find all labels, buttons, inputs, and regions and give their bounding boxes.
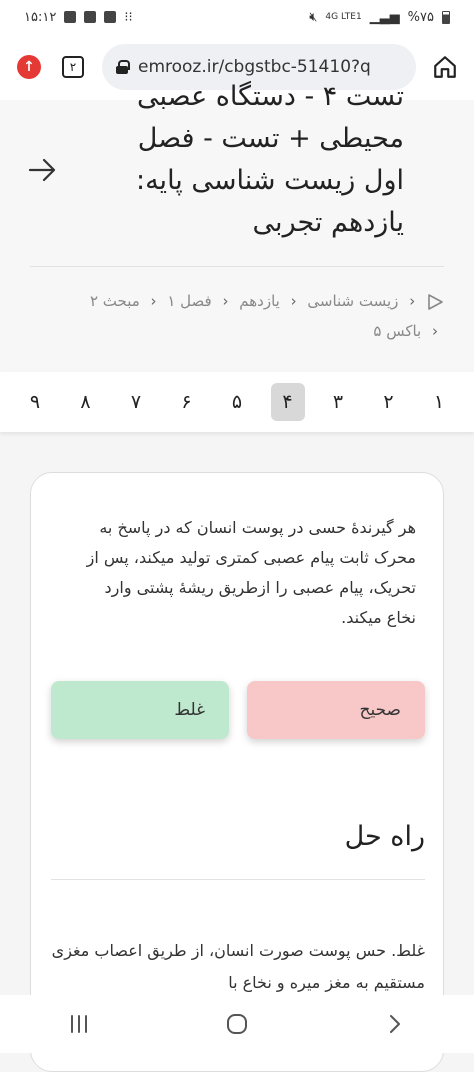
time: ۱۵:۱۲ bbox=[24, 9, 57, 25]
home-nav-button[interactable] bbox=[217, 1004, 257, 1044]
app-icon bbox=[104, 11, 117, 23]
page-2[interactable]: ۲ bbox=[372, 383, 406, 421]
chevron-icon: ‹ bbox=[290, 292, 297, 310]
recent-apps-icon bbox=[71, 1015, 87, 1033]
page-4-active[interactable]: ۴ bbox=[270, 383, 305, 421]
status-right: 🔇︎ 4G LTE1 ▁▃▅ %۷۵ bbox=[309, 10, 450, 25]
true-button[interactable]: صحیح bbox=[247, 681, 425, 739]
breadcrumb-item[interactable]: فصل ۱ bbox=[167, 292, 211, 310]
back-button[interactable] bbox=[375, 1004, 415, 1044]
signal-icon: ▁▃▅ bbox=[369, 9, 400, 25]
lock-icon bbox=[116, 60, 130, 74]
title-row[interactable]: تست ۴ - دستگاه عصبی محیطی + تست - فصل او… bbox=[30, 81, 444, 250]
chevron-icon: ‹ bbox=[150, 292, 157, 310]
home-button[interactable] bbox=[430, 52, 460, 82]
battery-icon bbox=[442, 10, 450, 24]
question-pager: ۱ ۲ ۳ ۴ ۵ ۶ ۷ ۸ ۹ bbox=[0, 372, 474, 432]
update-button[interactable]: ↑ bbox=[14, 52, 44, 82]
tabs-button[interactable]: ۲ bbox=[58, 52, 88, 82]
page-1[interactable]: ۱ bbox=[422, 383, 456, 421]
page-9[interactable]: ۹ bbox=[18, 383, 52, 421]
battery-text: %۷۵ bbox=[407, 9, 434, 25]
solution-text: غلط. حس پوست صورت انسان، از طریق اعصاب م… bbox=[51, 941, 425, 992]
play-icon[interactable] bbox=[426, 293, 444, 311]
mute-icon: 🔇︎ bbox=[309, 9, 318, 25]
breadcrumb-item[interactable]: باکس ۵ bbox=[373, 322, 421, 340]
network-label: 4G LTE1 bbox=[325, 12, 362, 22]
question-text: هر گیرندهٔ حسی در پوست انسان که در پاسخ … bbox=[86, 518, 416, 627]
circle-home-icon bbox=[227, 1014, 247, 1034]
chevron-back-icon bbox=[390, 1015, 400, 1033]
url-text: emrooz.ir/cbgstbc-51410?q bbox=[138, 57, 371, 77]
breadcrumb: ‹ زیست شناسی ‹ یازدهم ‹ فصل ۱ ‹ مبحث ۲ ‹… bbox=[30, 286, 444, 346]
tabs-icon: ۲ bbox=[62, 56, 84, 78]
arrow-right-icon[interactable] bbox=[24, 152, 60, 188]
recent-apps-button[interactable] bbox=[59, 1004, 99, 1044]
status-left: ۱۵:۱۲ ⁝⁝ bbox=[24, 10, 133, 25]
chevron-icon: ‹ bbox=[409, 292, 416, 310]
home-icon bbox=[434, 56, 456, 78]
chat-icon bbox=[64, 11, 77, 23]
page-title: تست ۴ - دستگاه عصبی محیطی + تست - فصل او… bbox=[135, 81, 404, 238]
more-icon: ⁝⁝ bbox=[124, 9, 133, 25]
lesson-header: تست ۴ - دستگاه عصبی محیطی + تست - فصل او… bbox=[0, 81, 474, 372]
check-icon bbox=[84, 11, 97, 23]
chevron-icon: ‹ bbox=[432, 322, 438, 340]
divider bbox=[51, 879, 425, 880]
page-3[interactable]: ۳ bbox=[321, 383, 355, 421]
false-button[interactable]: غلط bbox=[51, 681, 229, 739]
breadcrumb-item[interactable]: یازدهم bbox=[239, 292, 280, 310]
breadcrumb-item[interactable]: زیست شناسی bbox=[307, 292, 398, 310]
page-8[interactable]: ۸ bbox=[69, 383, 103, 421]
system-nav-bar bbox=[0, 995, 474, 1053]
arrow-up-icon: ↑ bbox=[17, 55, 41, 79]
page-5[interactable]: ۵ bbox=[220, 383, 254, 421]
chevron-icon: ‹ bbox=[222, 292, 229, 310]
question-card: هر گیرندهٔ حسی در پوست انسان که در پاسخ … bbox=[30, 472, 444, 1072]
breadcrumb-item[interactable]: مبحث ۲ bbox=[90, 292, 140, 310]
divider bbox=[30, 266, 444, 267]
page-6[interactable]: ۶ bbox=[170, 383, 204, 421]
solution-title: راه حل bbox=[344, 821, 425, 852]
status-bar: ۱۵:۱۲ ⁝⁝ 🔇︎ 4G LTE1 ▁▃▅ %۷۵ bbox=[0, 0, 474, 34]
page-7[interactable]: ۷ bbox=[119, 383, 153, 421]
